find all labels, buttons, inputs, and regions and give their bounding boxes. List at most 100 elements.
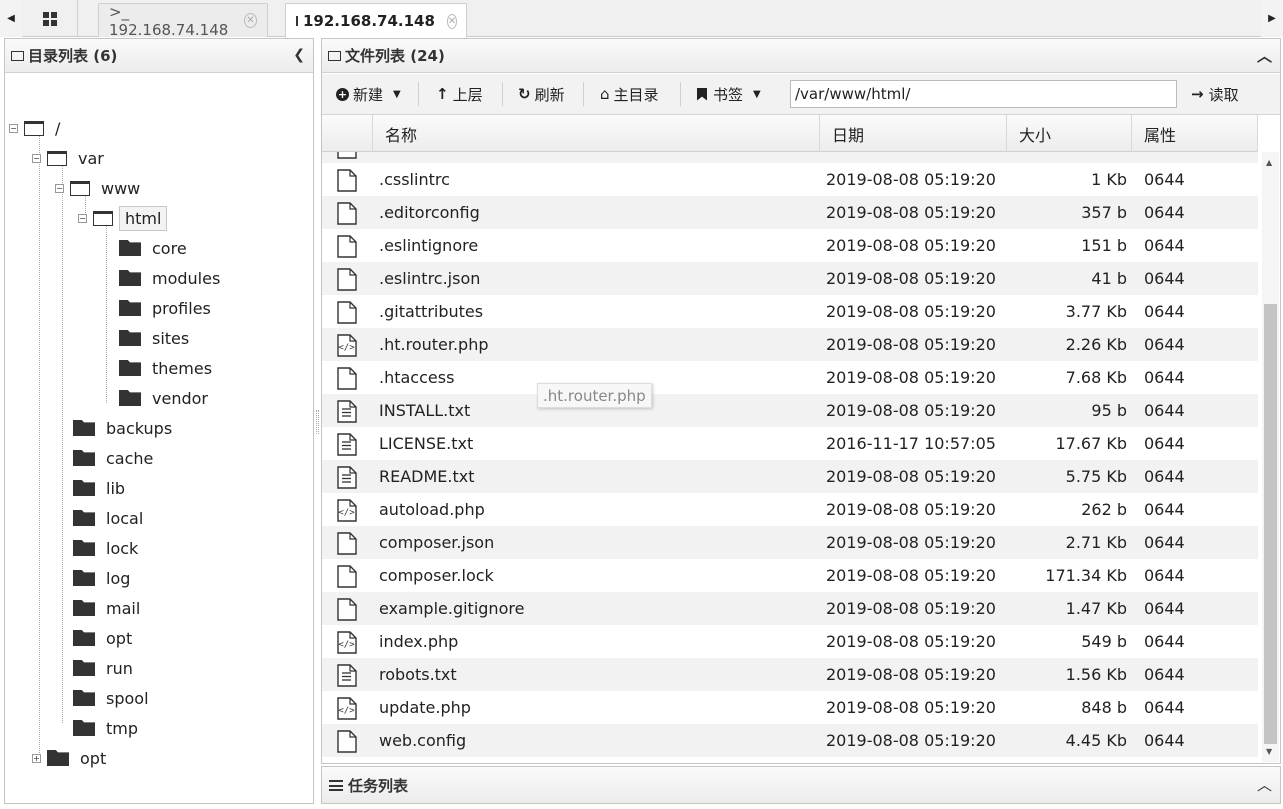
tree-node-cache[interactable]: cache — [73, 445, 158, 471]
column-header-date[interactable]: 日期 — [820, 115, 1007, 152]
file-perm: 0644 — [1144, 500, 1185, 519]
directory-tree: − / − var − www − html core modules prof… — [5, 73, 313, 801]
tree-node-label: / — [55, 118, 61, 138]
tree-node-label: vendor — [152, 388, 208, 408]
file-icon — [337, 202, 357, 225]
tree-node-label: backups — [106, 418, 173, 438]
file-row[interactable]: LICENSE.txt 2016-11-17 10:57:05 17.67 Kb 06… — [322, 427, 1258, 460]
file-icon — [337, 565, 357, 588]
collapse-up-icon[interactable]: ︿ — [1257, 45, 1272, 66]
file-row[interactable]: </> index.php 2019-08-08 05:19:20 549 b 0644 — [322, 625, 1258, 658]
collapse-left-icon[interactable]: ❮ — [293, 47, 305, 63]
file-row[interactable]: .htaccess 2019-08-08 05:19:20 7.68 Kb 0644 — [322, 361, 1258, 394]
tree-node-spool[interactable]: spool — [73, 685, 154, 711]
column-header-name[interactable]: 名称 — [373, 115, 820, 152]
plus-circle-icon: + — [336, 87, 349, 101]
tree-node-www[interactable]: − www — [55, 175, 145, 201]
tree-node-sites[interactable]: sites — [119, 325, 194, 351]
folder-icon — [73, 420, 95, 436]
tab-terminal[interactable]: >_ 192.168.74.148 ✕ — [98, 3, 268, 39]
bookmark-icon — [697, 87, 707, 101]
folder-open-icon — [70, 180, 90, 196]
file-row[interactable]: </> update.php 2019-08-08 05:19:20 848 b 064… — [322, 691, 1258, 724]
tree-node-root[interactable]: − / — [9, 115, 65, 141]
collapse-node-icon[interactable]: − — [55, 183, 64, 193]
read-button[interactable]: → 读取 — [1191, 74, 1239, 114]
folder-icon — [119, 300, 141, 316]
folder-icon — [73, 480, 95, 496]
tree-node-opt[interactable]: opt — [73, 625, 137, 651]
caret-down-icon: ▼ — [393, 88, 401, 100]
task-list-header[interactable]: 任务列表 — [322, 767, 1280, 803]
tree-node-modules[interactable]: modules — [119, 265, 225, 291]
file-row[interactable]: </> .ht.router.php 2019-08-08 05:19:20 2.26… — [322, 328, 1258, 361]
tree-node-var[interactable]: − var — [32, 145, 109, 171]
file-row[interactable]: vendor 2019-08-08 05:33:44 4 Kb 0755 — [322, 152, 1258, 163]
scrollbar-thumb[interactable] — [1264, 304, 1277, 744]
close-icon[interactable]: ✕ — [243, 13, 257, 28]
file-row[interactable]: .gitattributes 2019-08-08 05:19:20 3.77 Kb… — [322, 295, 1258, 328]
new-button[interactable]: + 新建 ▼ — [336, 74, 401, 114]
file-size: 4 Kb — [1012, 152, 1127, 163]
svg-text:</>: </> — [338, 706, 355, 716]
expand-up-icon[interactable]: ︿ — [1257, 774, 1272, 795]
tree-node-local[interactable]: local — [73, 505, 148, 531]
collapse-node-icon[interactable]: − — [32, 153, 41, 163]
tree-node-backups[interactable]: backups — [73, 415, 177, 441]
file-row[interactable]: README.txt 2019-08-08 05:19:20 5.75 Kb 0644 — [322, 460, 1258, 493]
collapse-node-icon[interactable]: − — [78, 213, 87, 223]
tab-scroll-left-button[interactable]: ◀ — [0, 0, 22, 37]
tree-node-tmp[interactable]: tmp — [73, 715, 143, 741]
tree-node-log[interactable]: log — [73, 565, 135, 591]
tree-node-opt-root[interactable]: + opt — [32, 745, 111, 771]
file-row[interactable]: robots.txt 2019-08-08 05:19:20 1.56 Kb 0644 — [322, 658, 1258, 691]
grid-icon — [42, 11, 57, 26]
tree-node-core[interactable]: core — [119, 235, 192, 261]
collapse-node-icon[interactable]: − — [9, 123, 18, 133]
home-button[interactable]: ⌂ 主目录 — [600, 74, 659, 114]
tree-node-mail[interactable]: mail — [73, 595, 145, 621]
file-size: 1.56 Kb — [1065, 665, 1127, 684]
tree-node-lock[interactable]: lock — [73, 535, 143, 561]
file-size: 5.75 Kb — [1065, 467, 1127, 486]
file-size: 1 Kb — [1091, 170, 1127, 189]
file-row[interactable]: .csslintrc 2019-08-08 05:19:20 1 Kb 0644 — [322, 163, 1258, 196]
file-row[interactable]: .editorconfig 2019-08-08 05:19:20 357 b 064… — [322, 196, 1258, 229]
file-size: 95 b — [1091, 401, 1127, 420]
file-row[interactable]: composer.lock 2019-08-08 05:19:20 171.34 K… — [322, 559, 1258, 592]
expand-node-icon[interactable]: + — [32, 753, 41, 763]
tree-node-profiles[interactable]: profiles — [119, 295, 216, 321]
file-row[interactable]: </> autoload.php 2019-08-08 05:19:20 262 b 0… — [322, 493, 1258, 526]
file-perm: 0644 — [1144, 599, 1185, 618]
column-header-label: 属性 — [1144, 125, 1177, 145]
bookmark-button[interactable]: 书签 ▼ — [697, 74, 761, 114]
panel-splitter[interactable] — [316, 410, 319, 434]
tab-scroll-right-button[interactable]: ▶ — [1261, 0, 1283, 37]
tree-node-html[interactable]: − html — [78, 205, 168, 231]
tree-node-label: www — [101, 178, 141, 198]
refresh-button[interactable]: ↻ 刷新 — [518, 74, 565, 114]
file-row[interactable]: example.gitignore 2019-08-08 05:19:20 1.47… — [322, 592, 1258, 625]
tree-node-vendor[interactable]: vendor — [119, 385, 213, 411]
path-input[interactable] — [790, 80, 1177, 108]
tab-label: 192.168.74.148 — [303, 12, 435, 30]
file-name: .ht.router.php — [379, 335, 489, 354]
directory-panel-header: 目录列表 (6) ❮ — [5, 39, 313, 73]
grid-menu-button[interactable] — [22, 0, 78, 37]
file-row[interactable]: INSTALL.txt 2019-08-08 05:19:20 95 b 0644 — [322, 394, 1258, 427]
tab-file-manager[interactable]: 192.168.74.148 ✕ — [285, 3, 467, 38]
tree-node-themes[interactable]: themes — [119, 355, 217, 381]
tree-node-lib[interactable]: lib — [73, 475, 130, 501]
file-perm: 0644 — [1144, 566, 1185, 585]
close-icon[interactable]: ✕ — [446, 13, 458, 29]
file-row[interactable]: .eslintrc.json 2019-08-08 05:19:20 41 b 064… — [322, 262, 1258, 295]
text-file-icon — [337, 400, 357, 423]
file-row[interactable]: composer.json 2019-08-08 05:19:20 2.71 Kb 0… — [322, 526, 1258, 559]
file-grid-body: vendor2019-08-08 05:33:444 Kb0755.csslin… — [322, 152, 1258, 762]
up-button[interactable]: ↑ 上层 — [436, 74, 483, 114]
file-row[interactable]: web.config 2019-08-08 05:19:20 4.45 Kb 0644 — [322, 724, 1258, 757]
file-row[interactable]: .eslintignore 2019-08-08 05:19:20 151 b 064… — [322, 229, 1258, 262]
column-header-perm[interactable]: 属性 — [1132, 115, 1258, 152]
tree-node-run[interactable]: run — [73, 655, 138, 681]
column-header-size[interactable]: 大小 — [1007, 115, 1132, 152]
